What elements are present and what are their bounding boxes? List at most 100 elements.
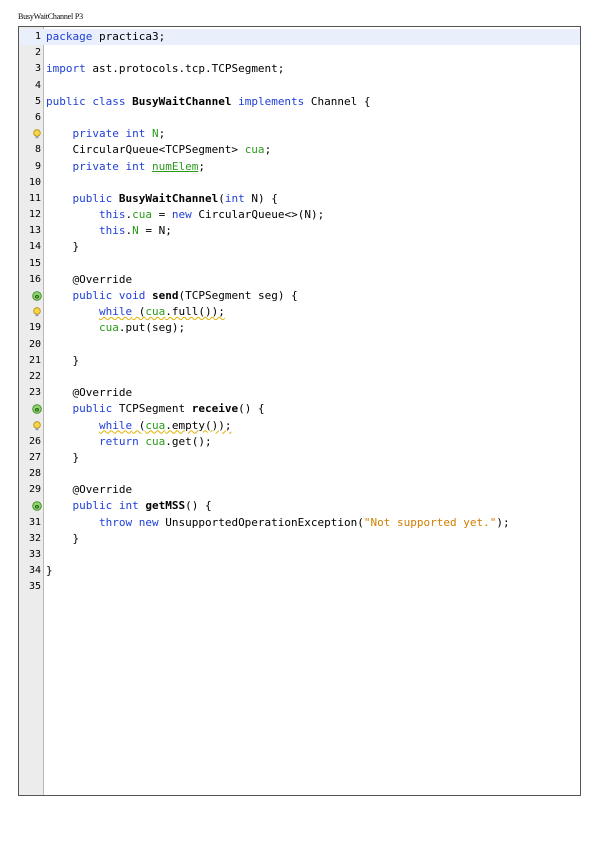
code-token: N) {	[244, 191, 278, 205]
code-area[interactable]: 1 package practica3; 2 3 import ast.protocol…	[19, 29, 580, 596]
line-number: 14	[28, 241, 41, 253]
code-token: this	[98, 224, 126, 238]
code-text: import ast.protocols.tcp.TCPSegment;	[46, 61, 580, 77]
code-token: ;	[158, 127, 166, 141]
override-annotation-icon[interactable]: o	[32, 291, 42, 301]
code-line[interactable]: while (cua.empty());	[19, 418, 580, 434]
override-annotation-icon[interactable]: o	[32, 501, 42, 512]
line-number: 2	[34, 47, 41, 59]
code-token: public	[72, 191, 113, 205]
code-line[interactable]: 1 package practica3;	[19, 29, 580, 46]
code-line[interactable]: 4	[19, 78, 580, 94]
code-line[interactable]: 5 public class BusyWaitChannel implements…	[19, 94, 580, 110]
code-line[interactable]: 31 throw new UnsupportedOperationExcepti…	[19, 515, 580, 531]
code-line[interactable]: o public int getMSS() {	[19, 498, 580, 514]
code-token: import	[46, 62, 86, 76]
line-number: 28	[28, 468, 41, 480]
code-line[interactable]: 11 public BusyWaitChannel(int N) {	[19, 191, 580, 207]
code-text: public BusyWaitChannel(int N) {	[46, 191, 580, 207]
code-line[interactable]: 13 this.N = N;	[19, 223, 580, 239]
code-text: public TCPSegment receive() {	[46, 401, 580, 417]
code-text: public void send(TCPSegment seg) {	[46, 288, 580, 304]
code-token: private int	[72, 127, 146, 141]
code-line[interactable]: 32 }	[19, 531, 580, 547]
code-token: = N;	[138, 224, 172, 238]
code-token: TCPSegment	[112, 402, 192, 416]
code-token: public void	[72, 289, 146, 302]
code-token: implements	[238, 94, 305, 108]
code-token: @Override	[46, 272, 133, 286]
line-number: 4	[34, 79, 41, 91]
line-number: 26	[28, 435, 41, 447]
code-line[interactable]: 9 private int numElem;	[19, 159, 580, 175]
code-line[interactable]: 27 }	[19, 450, 580, 466]
code-token: .full());	[165, 305, 225, 319]
code-line[interactable]: 16 @Override	[19, 272, 580, 288]
code-text: }	[46, 239, 580, 255]
code-editor[interactable]: 1 package practica3; 2 3 import ast.protocol…	[18, 26, 581, 796]
line-number: 15	[28, 257, 41, 269]
code-line[interactable]: 12 this.cua = new CircularQueue<>(N);	[19, 207, 580, 223]
code-line[interactable]: 34}	[19, 563, 580, 579]
code-line[interactable]: 35	[19, 579, 580, 595]
code-line[interactable]: 10	[19, 175, 580, 191]
override-annotation-icon[interactable]: o	[32, 404, 42, 415]
code-token: .get();	[165, 434, 212, 448]
line-number: 29	[28, 484, 41, 496]
code-token: @Override	[46, 386, 133, 400]
lightbulb-warning-icon[interactable]	[32, 307, 42, 317]
code-text: @Override	[46, 385, 580, 401]
code-token: cua	[145, 418, 166, 432]
line-number: 10	[28, 176, 41, 188]
code-token: getMSS	[145, 499, 186, 513]
code-token: return	[98, 434, 139, 448]
code-line[interactable]: private int N;	[19, 126, 580, 142]
line-number: 22	[28, 370, 41, 382]
code-token: cua	[145, 305, 166, 319]
lightbulb-warning-icon[interactable]	[32, 420, 42, 431]
code-token: N	[132, 224, 139, 238]
line-number: 16	[28, 273, 41, 285]
code-line[interactable]: o public TCPSegment receive() {	[19, 401, 580, 417]
code-token: this	[98, 208, 126, 222]
code-line[interactable]: 3 import ast.protocols.tcp.TCPSegment;	[19, 61, 580, 77]
code-line[interactable]: 2	[19, 45, 580, 61]
code-line[interactable]: 14 }	[19, 239, 580, 255]
code-token: ;	[198, 159, 205, 173]
code-line[interactable]: 15	[19, 256, 580, 272]
code-line[interactable]: 26 return cua.get();	[19, 434, 580, 450]
code-text: }	[46, 353, 580, 369]
code-line[interactable]: 29 @Override	[19, 482, 580, 498]
code-line[interactable]: 33	[19, 547, 580, 563]
code-line[interactable]: 21 }	[19, 353, 580, 369]
code-token: cua	[244, 143, 265, 157]
code-line[interactable]: 6	[19, 110, 580, 126]
code-token: package	[46, 30, 93, 43]
code-token: }	[46, 450, 80, 464]
code-line[interactable]: 28	[19, 466, 580, 482]
svg-text:o: o	[35, 292, 40, 300]
code-line[interactable]: 23 @Override	[19, 385, 580, 401]
lightbulb-warning-icon[interactable]	[32, 129, 42, 139]
line-number: 34	[28, 565, 41, 577]
code-line[interactable]: while (cua.full());	[19, 304, 580, 320]
code-text: CircularQueue<TCPSegment> cua;	[46, 142, 580, 158]
code-token: practica3;	[92, 30, 166, 43]
code-line[interactable]: o public void send(TCPSegment seg) {	[19, 288, 580, 304]
code-line[interactable]: 20	[19, 337, 580, 353]
code-line[interactable]: 19 cua.put(seg);	[19, 320, 580, 336]
code-token: cua	[98, 321, 119, 335]
code-line[interactable]: 8 CircularQueue<TCPSegment> cua;	[19, 142, 580, 158]
code-text: private int numElem;	[46, 159, 580, 175]
code-text: }	[46, 563, 580, 579]
code-line[interactable]: 22	[19, 369, 580, 385]
code-token: new	[171, 208, 192, 222]
